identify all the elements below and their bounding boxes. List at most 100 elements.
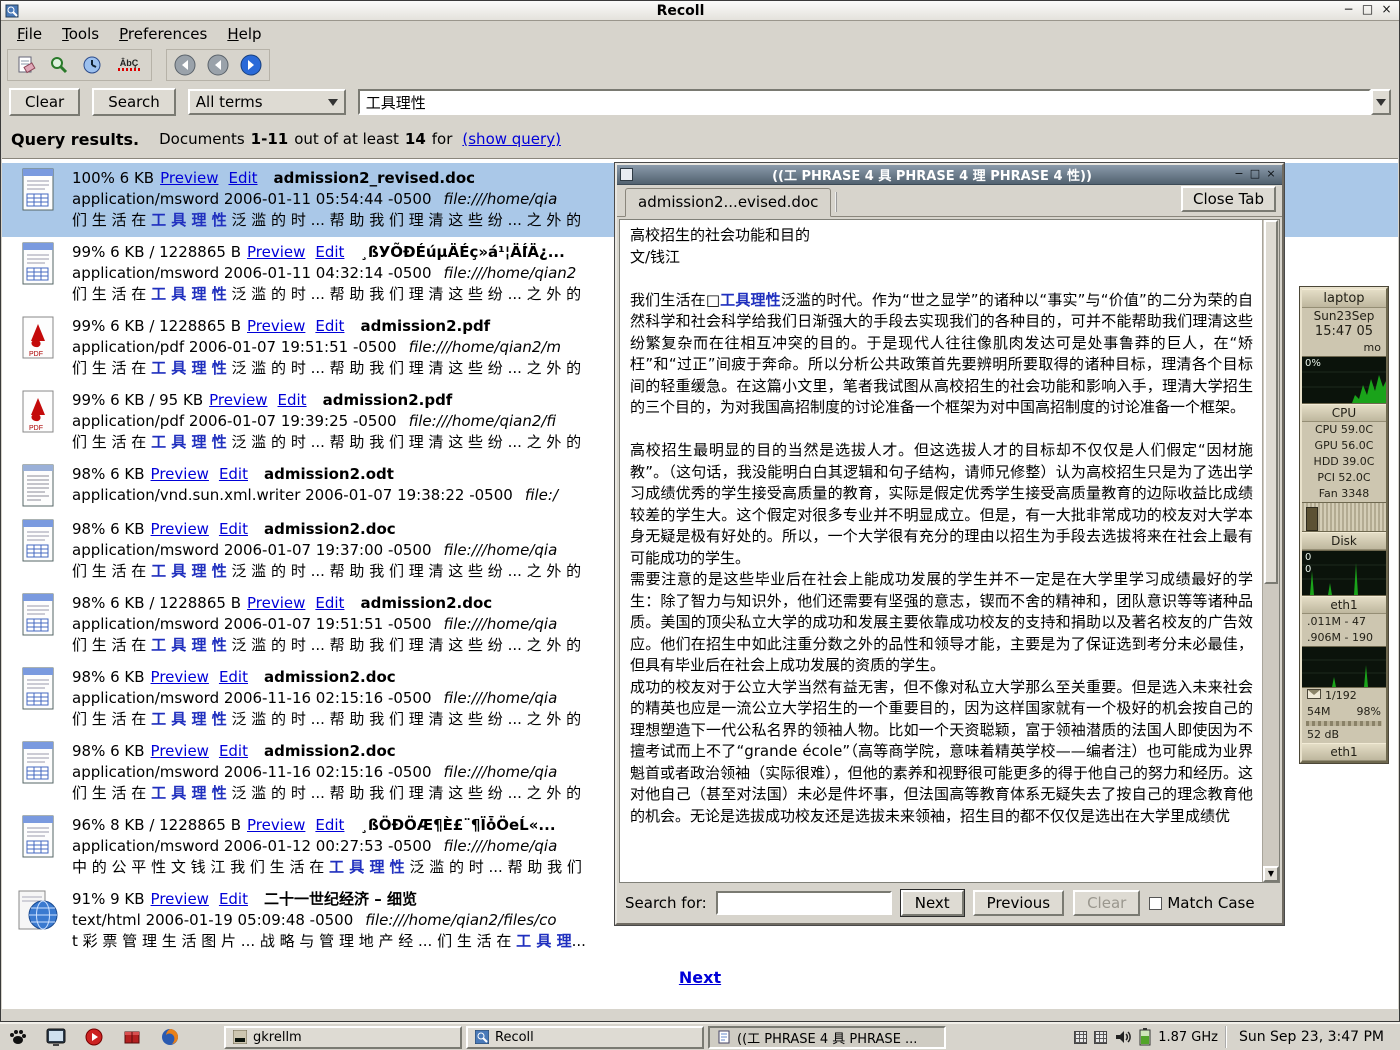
result-url: file:///home/qia <box>444 541 558 559</box>
edit-link[interactable]: Edit <box>219 520 248 538</box>
preview-link[interactable]: Preview <box>247 243 305 261</box>
preview-link[interactable]: Preview <box>247 816 305 834</box>
maximize-icon[interactable]: □ <box>1359 3 1376 18</box>
disk-read-label: 0 <box>1305 552 1311 563</box>
close-icon[interactable]: × <box>1263 168 1279 182</box>
keyboard-layout-icon[interactable] <box>1094 1031 1107 1044</box>
package-icon[interactable] <box>120 1025 144 1049</box>
cpu-chart: 0% <box>1302 356 1386 404</box>
find-input[interactable] <box>716 891 892 915</box>
paw-icon[interactable] <box>6 1025 30 1049</box>
menu-help[interactable]: Help <box>217 23 271 45</box>
next-page-button[interactable] <box>236 52 266 78</box>
history-button[interactable] <box>77 52 107 78</box>
system-tray: 1.87 GHz Sun Sep 23, 3:47 PM <box>1074 1026 1394 1048</box>
scroll-down-icon[interactable]: ▼ <box>1263 866 1279 882</box>
title-bar[interactable]: Recoll − □ × <box>1 1 1399 21</box>
toolbar: ÂbÇ <box>1 47 1399 83</box>
preview-text[interactable]: 高校招生的社会功能和目的文/钱江我们生活在□工具理性泛滥的时代。作为“世之显学”… <box>620 220 1261 882</box>
first-page-icon <box>174 54 196 76</box>
sensor-cpu-temp: CPU 59.0C <box>1302 422 1386 438</box>
edit-link[interactable]: Edit <box>219 668 248 686</box>
matched-term: 工 具 理 性 <box>151 562 227 580</box>
matched-term: 工 具 理 性 <box>151 285 227 303</box>
speaker-icon[interactable] <box>1114 1029 1132 1045</box>
doc-file-icon <box>12 667 64 711</box>
results-summary-text: for <box>432 130 453 148</box>
preview-link[interactable]: Preview <box>160 169 218 187</box>
search-button[interactable]: Search <box>92 88 176 116</box>
edit-link[interactable]: Edit <box>315 243 344 261</box>
media-player-icon[interactable] <box>82 1025 106 1049</box>
task-recoll[interactable]: Recoll <box>466 1026 704 1049</box>
menu-file[interactable]: File <box>7 23 52 45</box>
edit-link[interactable]: Edit <box>219 465 248 483</box>
preview-link[interactable]: Preview <box>151 742 209 760</box>
find-previous-button[interactable]: Previous <box>973 890 1064 916</box>
maximize-icon[interactable]: □ <box>1247 168 1263 182</box>
results-summary-title: Query results. <box>11 130 139 149</box>
result-relevance-size: 99% 6 KB / 1228865 B <box>72 317 241 335</box>
bottom-section-title: eth1 <box>1302 743 1386 761</box>
start-search-button[interactable] <box>44 52 74 78</box>
query-history-dropdown[interactable] <box>1371 89 1391 115</box>
preview-link[interactable]: Preview <box>151 668 209 686</box>
memory-used: 54M <box>1307 705 1331 719</box>
edit-link[interactable]: Edit <box>315 816 344 834</box>
gkrellm-monitor[interactable]: laptop Sun23Sep 15:47 05 mo 0% CPU CPU 5… <box>1300 287 1388 763</box>
task-gkrellm[interactable]: gkrellm <box>224 1026 462 1049</box>
matched-term: 工 具 理 性 <box>329 858 405 876</box>
edit-link[interactable]: Edit <box>278 391 307 409</box>
find-next-button[interactable]: Next <box>901 890 964 916</box>
minimize-icon[interactable]: − <box>1231 168 1247 182</box>
term-explorer-button[interactable]: ÂbÇ <box>110 52 148 78</box>
preview-title-bar[interactable]: ((工 PHRASE 4 具 PHRASE 4 理 PHRASE 4 性)) −… <box>617 165 1282 185</box>
firefox-icon[interactable] <box>158 1025 182 1049</box>
show-query-link[interactable]: (show query) <box>462 130 561 148</box>
edit-link[interactable]: Edit <box>315 317 344 335</box>
keyboard-layout-icon[interactable] <box>1074 1031 1087 1044</box>
matched-term: 工 具 理 性 <box>151 710 227 728</box>
gkrellm-side-label: mo <box>1302 340 1386 356</box>
preview-scrollbar[interactable]: ▼ <box>1262 220 1279 882</box>
preview-link[interactable]: Preview <box>151 465 209 483</box>
taskbar-clock[interactable]: Sun Sep 23, 3:47 PM <box>1225 1026 1394 1048</box>
close-icon[interactable]: × <box>1378 3 1395 18</box>
result-url: file:///home/qian2/files/co <box>365 911 556 929</box>
match-case-option[interactable]: Match Case <box>1149 894 1254 912</box>
preview-link[interactable]: Preview <box>247 594 305 612</box>
edit-link[interactable]: Edit <box>219 890 248 908</box>
task-preview[interactable]: ((工 PHRASE 4 具 PHRASE ... <box>708 1026 946 1049</box>
disk-write-label: 0 <box>1305 564 1311 575</box>
close-tab-button[interactable]: Close Tab <box>1181 186 1276 212</box>
battery-icon[interactable] <box>1139 1028 1151 1046</box>
edit-link[interactable]: Edit <box>228 169 257 187</box>
preview-tab[interactable]: admission2...evised.doc <box>625 188 831 217</box>
search-mode-select[interactable]: All terms <box>188 89 346 115</box>
menu-preferences[interactable]: Preferences <box>109 23 217 45</box>
preview-tab-bar: admission2...evised.doc Close Tab <box>617 185 1282 217</box>
preview-link[interactable]: Preview <box>151 520 209 538</box>
disk-chart: 0 0 <box>1302 550 1386 596</box>
query-input[interactable] <box>358 89 1371 115</box>
edit-link[interactable]: Edit <box>315 594 344 612</box>
find-clear-button[interactable]: Clear <box>1073 890 1140 916</box>
preview-link[interactable]: Preview <box>247 317 305 335</box>
minimize-icon[interactable]: − <box>1340 3 1357 18</box>
preview-paragraph <box>630 268 1253 290</box>
match-case-checkbox[interactable] <box>1149 897 1162 910</box>
scrollbar-thumb[interactable] <box>1264 220 1278 584</box>
menu-tools[interactable]: Tools <box>52 23 109 45</box>
edit-link[interactable]: Edit <box>219 742 248 760</box>
next-results-link[interactable]: Next <box>679 968 721 987</box>
first-page-button[interactable] <box>170 52 200 78</box>
net-rx-label: .011M - 47 <box>1302 614 1386 630</box>
preview-link[interactable]: Preview <box>151 890 209 908</box>
clear-search-button[interactable] <box>11 52 41 78</box>
clear-button[interactable]: Clear <box>9 88 80 116</box>
terminal-icon[interactable] <box>44 1025 68 1049</box>
doc-file-icon <box>12 168 64 212</box>
mail-icon <box>1307 689 1321 699</box>
preview-link[interactable]: Preview <box>209 391 267 409</box>
prev-page-button[interactable] <box>203 52 233 78</box>
